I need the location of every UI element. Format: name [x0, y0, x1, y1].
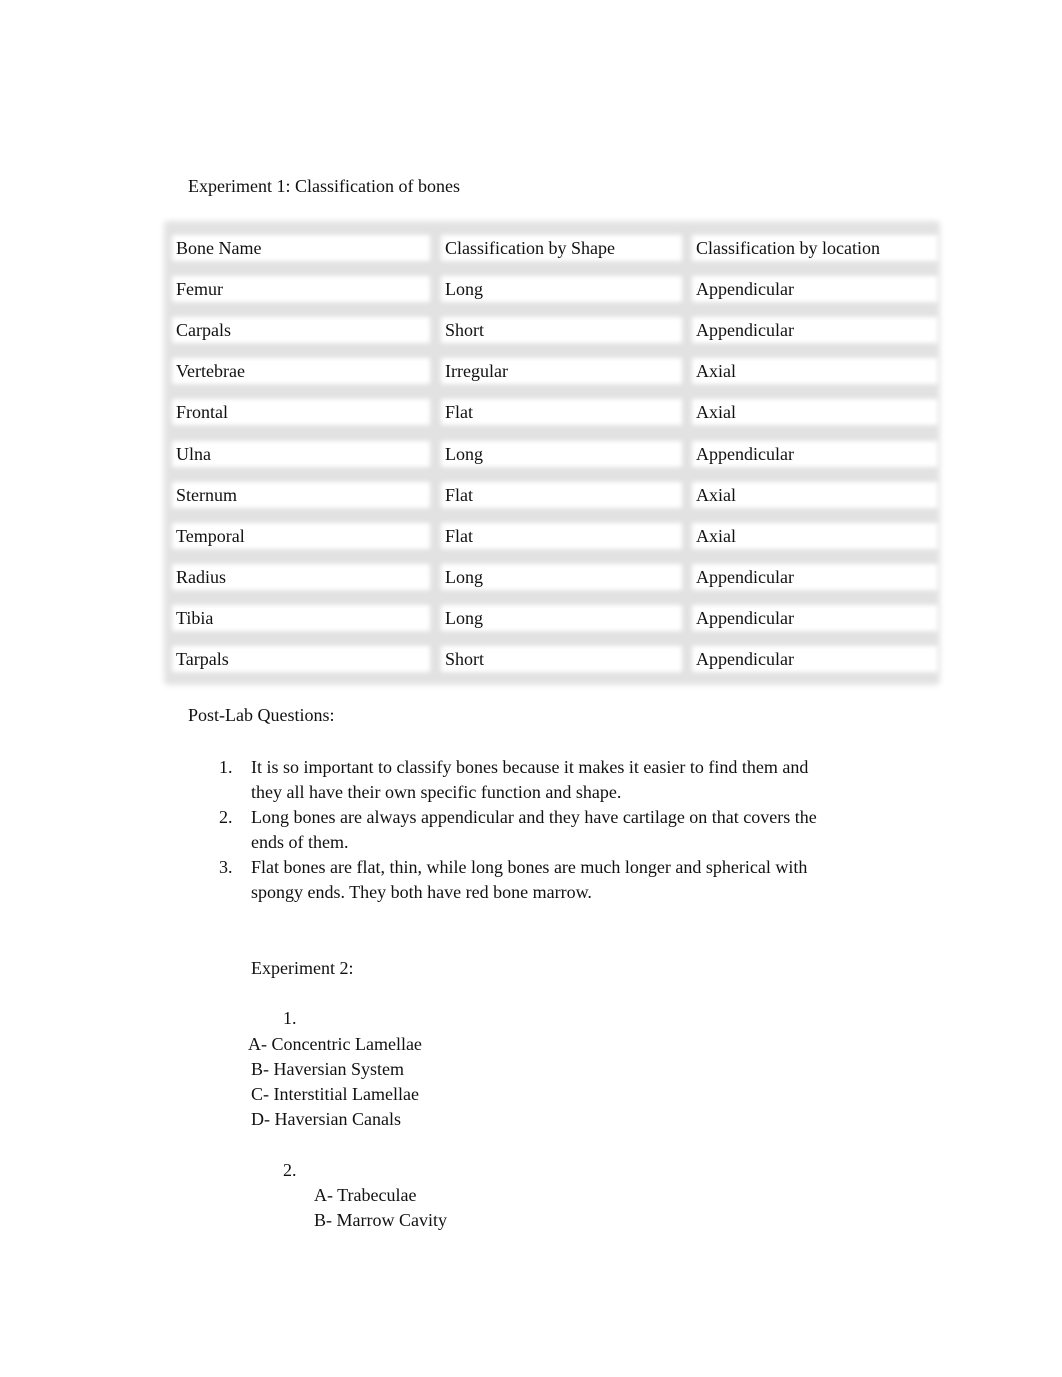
answer-number: 2.: [219, 807, 233, 827]
answer-text-line: It is so important to classify bones bec…: [251, 757, 809, 777]
table-cell: Appendicular: [696, 443, 794, 464]
table-cell: Irregular: [445, 361, 508, 382]
table-cell: Appendicular: [696, 566, 794, 587]
post-lab-title: Post-Lab Questions:: [188, 705, 335, 725]
table-cell: Tarpals: [176, 649, 229, 669]
table-header-cell: Classification by location: [696, 238, 880, 258]
table-cell: Long: [445, 566, 483, 587]
answer-text-line: Flat bones are flat, thin, while long bo…: [251, 857, 808, 877]
answer-number: 3.: [219, 857, 233, 877]
table-cell: Flat: [445, 402, 474, 423]
table-cell: Short: [445, 320, 485, 341]
experiment1-title: Experiment 1: Classification of bones: [188, 176, 460, 196]
table-cell: Tibia: [176, 607, 214, 628]
table-cell-background: [441, 399, 682, 426]
table-cell: Axial: [696, 402, 736, 423]
table-header-cell: Classification by Shape: [445, 238, 615, 258]
exp2-q1-item: C- Interstitial Lamellae: [251, 1084, 419, 1104]
table-cell: Axial: [696, 484, 736, 505]
answer-text-line: they all have their own specific functio…: [251, 782, 622, 802]
table-cell: Ulna: [176, 443, 211, 464]
answer-text-line: ends of them.: [251, 832, 349, 852]
answer-text-line: Long bones are always appendicular and t…: [251, 807, 817, 827]
table-cell: Carpals: [176, 320, 231, 341]
table-cell: Long: [445, 279, 483, 300]
table-cell: Long: [445, 607, 483, 628]
table-cell: Flat: [445, 525, 474, 546]
table-cell-background: [441, 481, 682, 508]
table-cell: Sternum: [176, 484, 237, 505]
table-cell: Temporal: [176, 525, 245, 546]
table-cell: Short: [445, 649, 485, 669]
exp2-q1-item: A- Concentric Lamellae: [248, 1034, 422, 1054]
table-cell: Flat: [445, 484, 474, 505]
exp2-q2-item: B- Marrow Cavity: [314, 1210, 447, 1230]
exp2-q1-item: D- Haversian Canals: [251, 1109, 401, 1129]
exp2-q1-number: 1.: [283, 1008, 297, 1028]
table-cell: Axial: [696, 361, 736, 382]
table-cell: Appendicular: [696, 320, 794, 341]
exp2-q2-number: 2.: [283, 1160, 297, 1180]
table-cell: Frontal: [176, 402, 228, 423]
table-cell: Appendicular: [696, 649, 794, 669]
table-cell: Vertebrae: [176, 361, 245, 382]
table-cell: Radius: [176, 566, 227, 587]
answer-text-line: spongy ends. They both have red bone mar…: [251, 882, 592, 902]
table-header-cell: Bone Name: [176, 238, 262, 258]
table-cell: Appendicular: [696, 607, 794, 628]
bone-classification-table: Bone Name Classification by Shape Classifi…: [164, 221, 940, 685]
table-cell-background: [441, 522, 682, 549]
exp2-q1-item: B- Haversian System: [251, 1059, 404, 1079]
table-cell: Femur: [176, 279, 223, 300]
table-cell: Axial: [696, 525, 736, 546]
experiment2-title: Experiment 2:: [251, 958, 354, 978]
table-cell: Long: [445, 443, 483, 464]
answer-number: 1.: [219, 757, 233, 777]
exp2-q2-item: A- Trabeculae: [314, 1185, 417, 1205]
table-cell: Appendicular: [696, 279, 794, 300]
